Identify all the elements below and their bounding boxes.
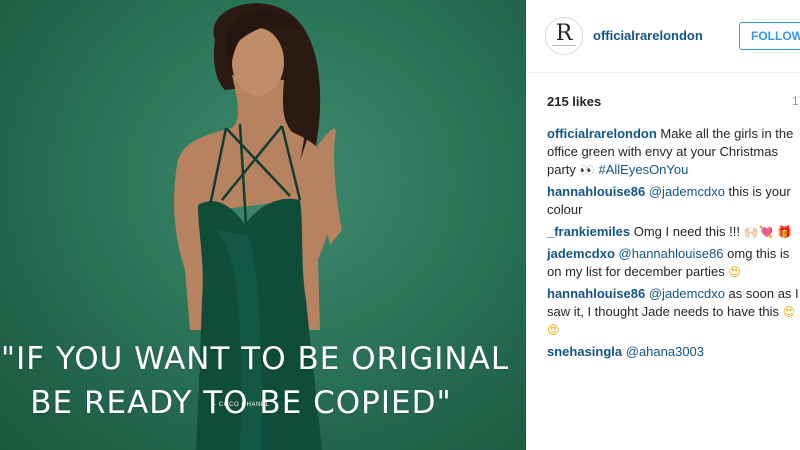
comment-author[interactable]: hannahlouise86 — [547, 286, 645, 301]
eyes-emoji: 👀 — [575, 163, 599, 177]
mention-link[interactable]: @jademcdxo — [645, 286, 725, 301]
comment-author[interactable]: officialrarelondon — [547, 126, 657, 141]
comment-item: _frankiemiles Omg I need this !!! 🙌🏻💘 🎁 — [547, 223, 800, 241]
comments-list: officialrarelondon Make all the girls in… — [547, 125, 800, 365]
mention-link[interactable]: @jademcdxo — [645, 184, 725, 199]
comment-item: jademcdxo @hannahlouise86 omg this is on… — [547, 245, 800, 281]
comment-author[interactable]: snehasingla — [547, 344, 622, 359]
quote-line-1: "IF YOU WANT TO BE ORIGINAL — [0, 341, 510, 377]
avatar-tagline — [552, 45, 576, 46]
quote-attribution: - COCO CHANEL — [214, 402, 270, 408]
hands-heart-gift-emoji: 🙌🏻💘 🎁 — [743, 225, 793, 239]
comment-item: hannahlouise86 @jademcdxo this is your c… — [547, 183, 800, 219]
comment-author[interactable]: jademcdxo — [547, 246, 615, 261]
comment-author[interactable]: _frankiemiles — [547, 224, 630, 239]
post-sidebar: R officialrarelondon FOLLOW 215 likes 17… — [526, 0, 800, 450]
comment-text: Omg I need this !!! — [630, 224, 744, 239]
mention-link[interactable]: @ahana3003 — [622, 344, 704, 359]
post-timestamp[interactable]: 17 — [792, 94, 800, 108]
avatar-monogram: R — [555, 21, 573, 46]
comment-author[interactable]: hannahlouise86 — [547, 184, 645, 199]
username-link[interactable]: officialrarelondon — [593, 28, 703, 43]
comment-item: hannahlouise86 @jademcdxo as soon as I s… — [547, 285, 800, 339]
model-photo — [174, 3, 342, 450]
comment-item: officialrarelondon Make all the girls in… — [547, 125, 800, 179]
hashtag-link[interactable]: #AllEyesOnYou — [598, 162, 688, 177]
post-header: R officialrarelondon FOLLOW — [527, 0, 800, 73]
mention-link[interactable]: @hannahlouise86 — [615, 246, 724, 261]
heart-eyes-emoji: 😍 — [728, 265, 741, 279]
follow-button[interactable]: FOLLOW — [739, 22, 800, 50]
comment-item: snehasingla @ahana3003 — [547, 343, 800, 361]
avatar[interactable]: R — [545, 17, 583, 55]
post-image[interactable]: "IF YOU WANT TO BE ORIGINAL BE READY TO … — [0, 0, 526, 450]
likes-count[interactable]: 215 likes — [547, 94, 601, 109]
